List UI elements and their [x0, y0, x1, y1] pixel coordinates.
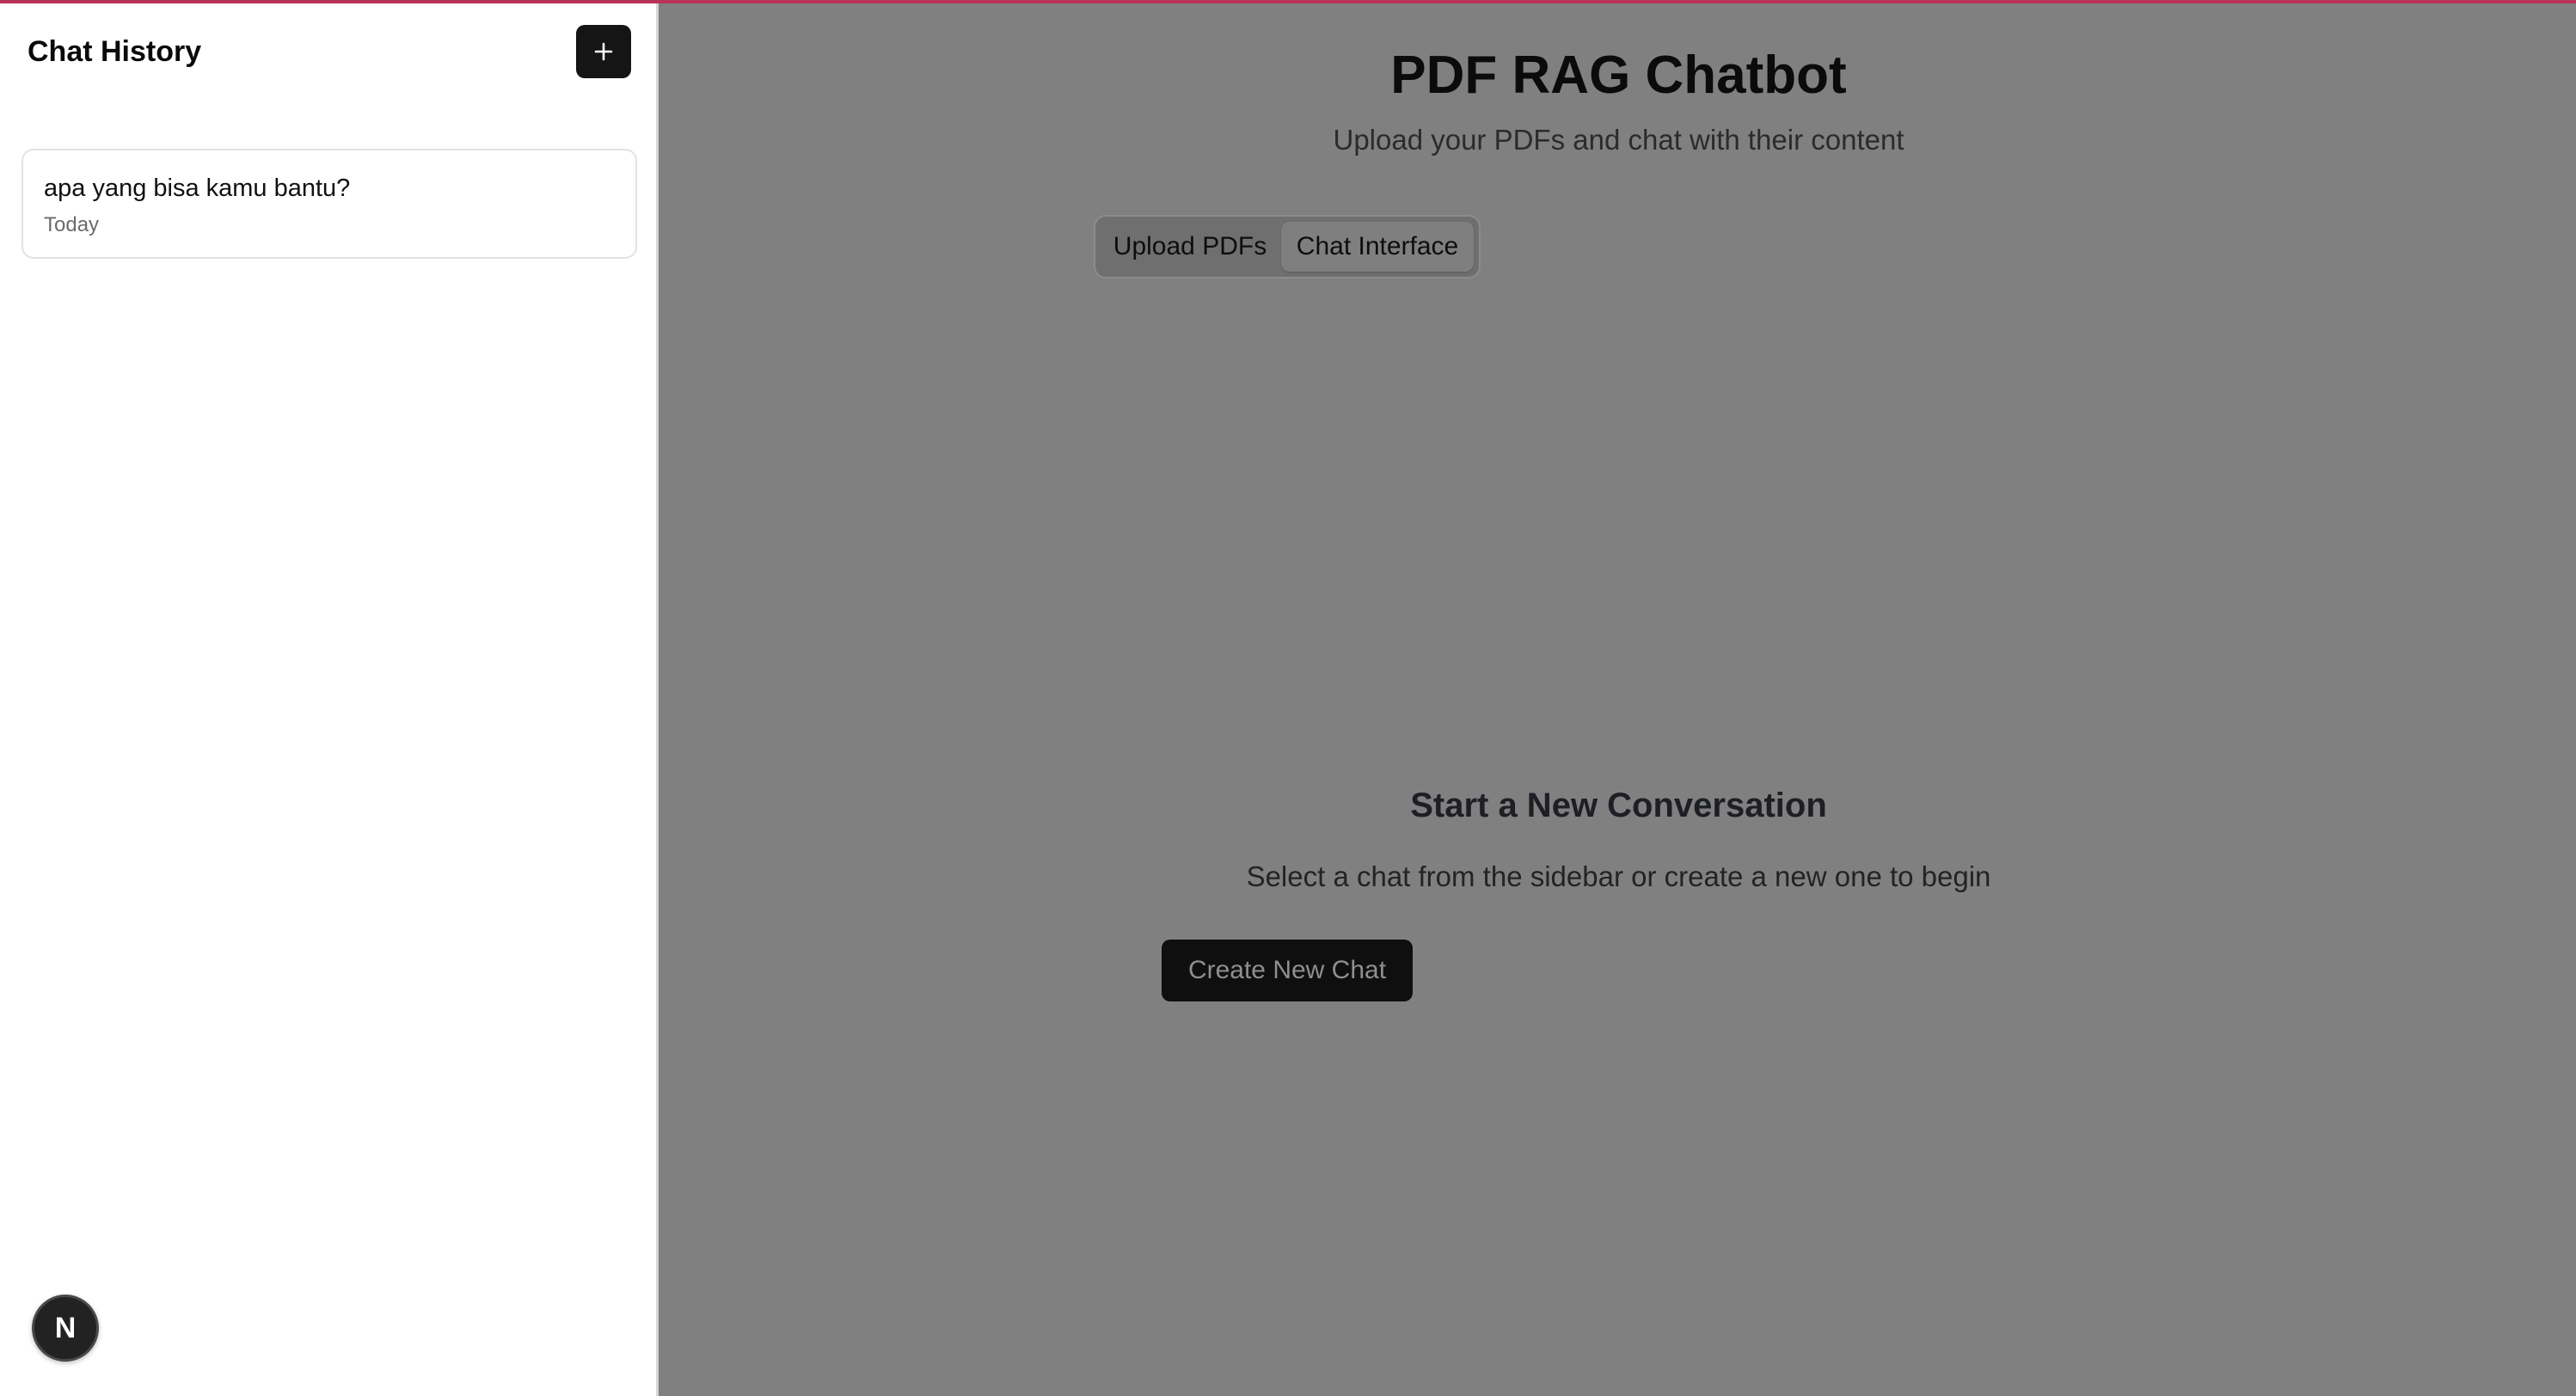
main-content: PDF RAG Chatbot Upload your PDFs and cha… [661, 0, 2576, 1396]
chat-history-sidebar: Chat History apa yang bisa kamu bantu? T… [0, 0, 659, 1396]
create-new-chat-button[interactable]: Create New Chat [1162, 940, 1413, 1001]
sidebar-title: Chat History [28, 35, 202, 68]
chat-item-date: Today [44, 213, 100, 236]
new-chat-button[interactable] [576, 25, 631, 78]
tab-chat-interface[interactable]: Chat Interface [1281, 222, 1474, 272]
top-accent-bar [0, 0, 2576, 3]
empty-state-heading: Start a New Conversation [1410, 787, 1827, 824]
avatar[interactable]: N [32, 1295, 99, 1362]
page-title: PDF RAG Chatbot [1390, 46, 1847, 105]
tab-list: Upload PDFs Chat Interface [1094, 215, 1481, 279]
chat-item-title: apa yang bisa kamu bantu? [44, 174, 351, 202]
tab-upload-pdfs[interactable]: Upload PDFs [1101, 222, 1279, 272]
avatar-letter: N [54, 1312, 77, 1344]
page-subtitle: Upload your PDFs and chat with their con… [1333, 124, 1904, 156]
empty-state-text: Select a chat from the sidebar or create… [1246, 860, 1991, 892]
chat-history-item[interactable]: apa yang bisa kamu bantu? Today [21, 149, 637, 259]
app-root: Chat History apa yang bisa kamu bantu? T… [0, 0, 2576, 1396]
plus-icon [594, 42, 613, 61]
